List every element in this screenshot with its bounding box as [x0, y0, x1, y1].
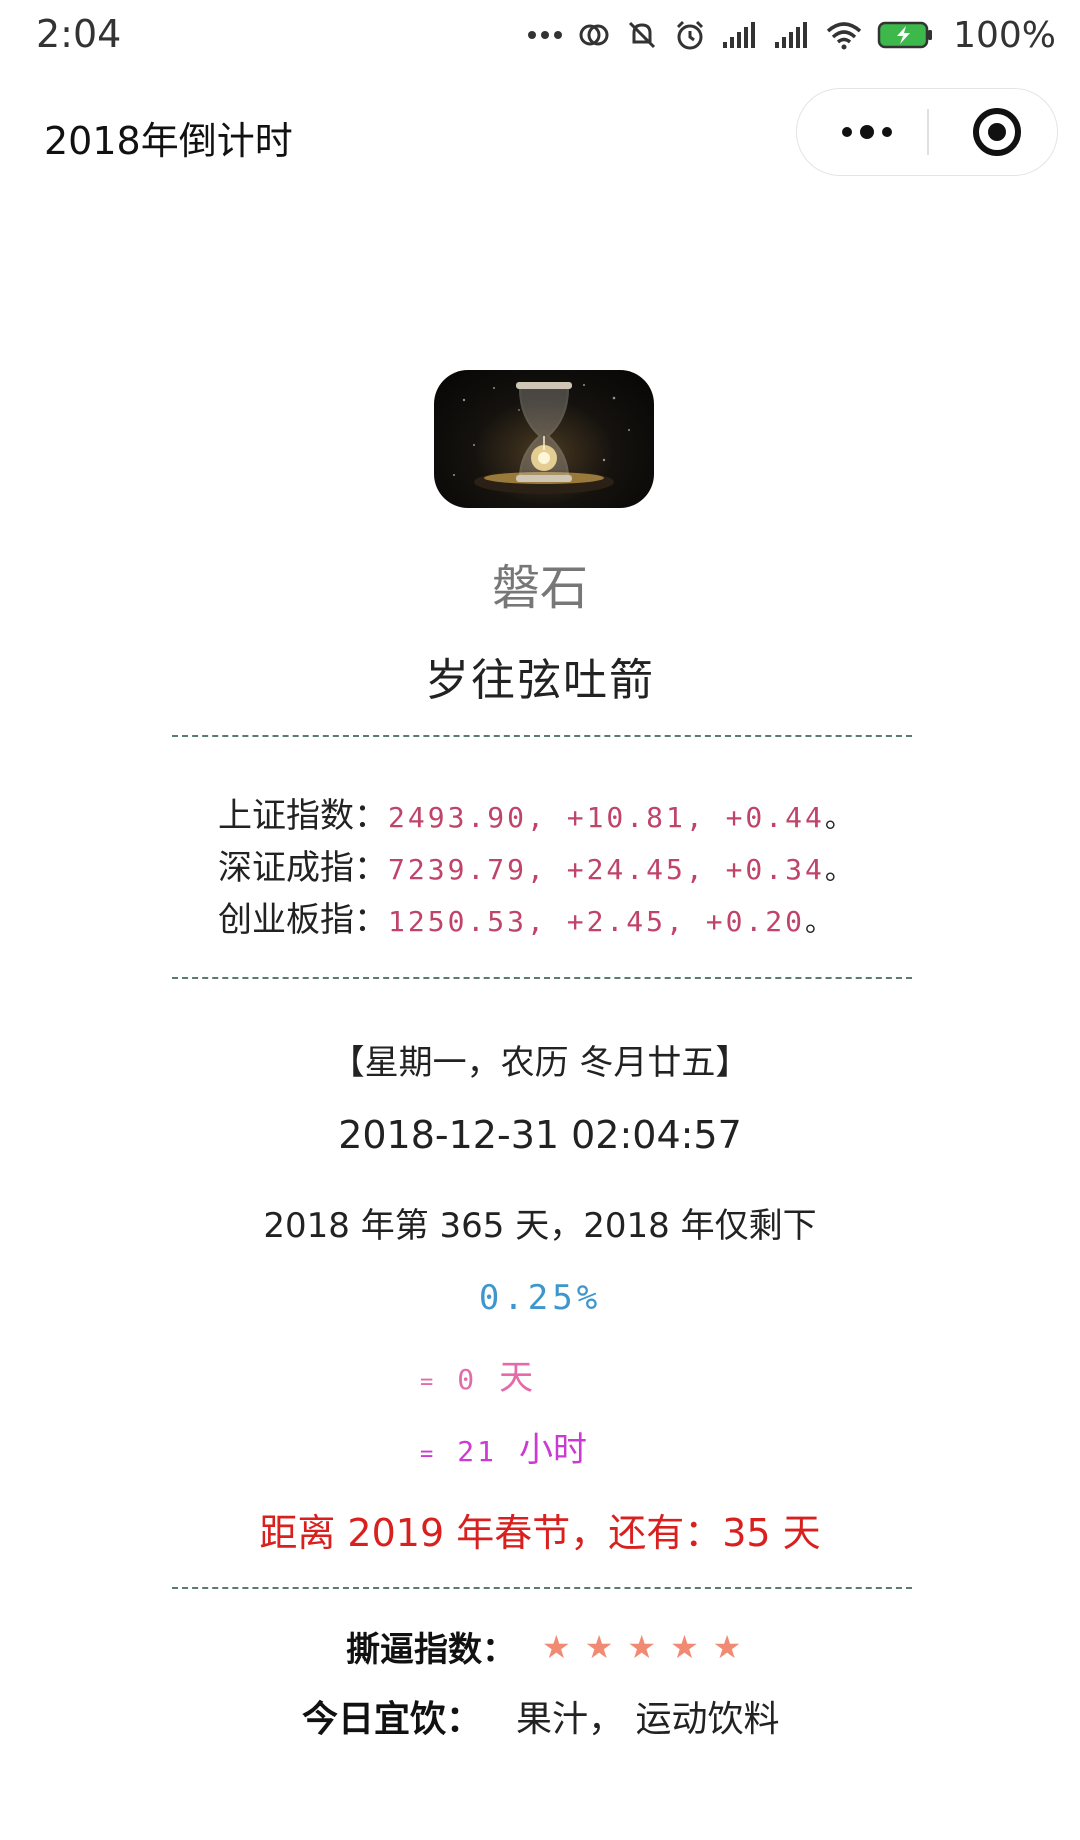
- target-close-icon: [973, 108, 1021, 156]
- status-icons: 100%: [527, 10, 1056, 60]
- more-options-button[interactable]: [827, 89, 907, 175]
- link-icon: [577, 18, 611, 52]
- remaining-hours: = 21 小时: [420, 1422, 587, 1471]
- hourglass-image: [434, 370, 654, 508]
- spring-festival-countdown: 距离 2019 年春节，还有：35 天: [259, 1511, 821, 1555]
- star-icon: ★: [584, 1627, 614, 1666]
- index-name: 上证指数：: [218, 796, 388, 836]
- capsule-divider: [927, 109, 929, 155]
- mini-program-capsule: [796, 88, 1058, 176]
- motto: 岁往弦吐箭: [425, 655, 655, 706]
- battery-percent: 100%: [953, 14, 1056, 56]
- index-period: 。: [824, 801, 853, 834]
- index-values: 2493.90, +10.81, +0.44: [388, 801, 825, 834]
- signal-2-icon: [773, 20, 811, 50]
- alarm-icon: [673, 18, 707, 52]
- drink-label: 今日宜饮：: [302, 1699, 483, 1740]
- drama-index: 撕逼指数： ★ ★ ★ ★ ★: [346, 1622, 741, 1671]
- index-row-chinext: 创业板指：1250.53, +2.45, +0.20。: [218, 894, 918, 946]
- battery-icon: [877, 20, 935, 50]
- star-icon: ★: [670, 1627, 699, 1666]
- author-name: 磐石: [491, 560, 588, 616]
- signal-1-icon: [721, 20, 759, 50]
- stock-indices: 上证指数：2493.90, +10.81, +0.44。 深证成指：7239.7…: [218, 790, 918, 946]
- close-mini-program-button[interactable]: [957, 89, 1037, 175]
- index-row-shenzhen: 深证成指：7239.79, +24.45, +0.34。: [218, 842, 918, 894]
- index-values: 7239.79, +24.45, +0.34: [388, 853, 825, 886]
- index-name: 创业板指：: [218, 900, 388, 940]
- remaining-hours-value: 21: [457, 1435, 497, 1468]
- index-period: 。: [824, 853, 853, 886]
- wifi-icon: [825, 20, 863, 50]
- weekday-lunar-date: 【星期一，农历 冬月廿五】: [330, 1043, 750, 1083]
- remaining-days-value: 0: [457, 1363, 478, 1396]
- star-icon: ★: [542, 1627, 571, 1666]
- status-time: 2:04: [36, 12, 122, 56]
- year-percent-left: 0.25%: [478, 1278, 602, 1318]
- current-datetime: 2018-12-31 02:04:57: [338, 1113, 742, 1157]
- drink-of-day: 今日宜饮： 果汁， 运动饮料: [302, 1690, 779, 1742]
- drama-index-label: 撕逼指数：: [346, 1630, 516, 1670]
- drink-value: 果汁， 运动饮料: [516, 1699, 780, 1740]
- index-row-shanghai: 上证指数：2493.90, +10.81, +0.44。: [218, 790, 918, 842]
- dashed-divider: [172, 735, 912, 737]
- nav-bar: 2018年倒计时: [0, 70, 1080, 200]
- index-name: 深证成指：: [218, 848, 388, 888]
- status-bar: 2:04 100%: [0, 0, 1080, 70]
- page-title: 2018年倒计时: [44, 119, 293, 163]
- star-rating: ★ ★ ★ ★ ★: [542, 1628, 741, 1666]
- remaining-hours-unit: 小时: [518, 1430, 587, 1470]
- day-of-year: 2018 年第 365 天，2018 年仅剩下: [263, 1206, 817, 1246]
- equals-sign: =: [420, 1442, 434, 1467]
- remaining-days-unit: 天: [499, 1358, 534, 1398]
- index-values: 1250.53, +2.45, +0.20: [388, 905, 806, 938]
- star-icon: ★: [627, 1627, 657, 1666]
- mute-bell-icon: [625, 18, 659, 52]
- more-notifications-icon: [527, 29, 563, 41]
- dashed-divider: [172, 977, 912, 979]
- more-dots-icon: [842, 125, 892, 139]
- index-period: 。: [805, 905, 834, 938]
- remaining-days: = 0 天: [420, 1350, 533, 1399]
- dashed-divider: [172, 1587, 912, 1589]
- equals-sign: =: [420, 1370, 434, 1395]
- star-icon: ★: [712, 1627, 742, 1666]
